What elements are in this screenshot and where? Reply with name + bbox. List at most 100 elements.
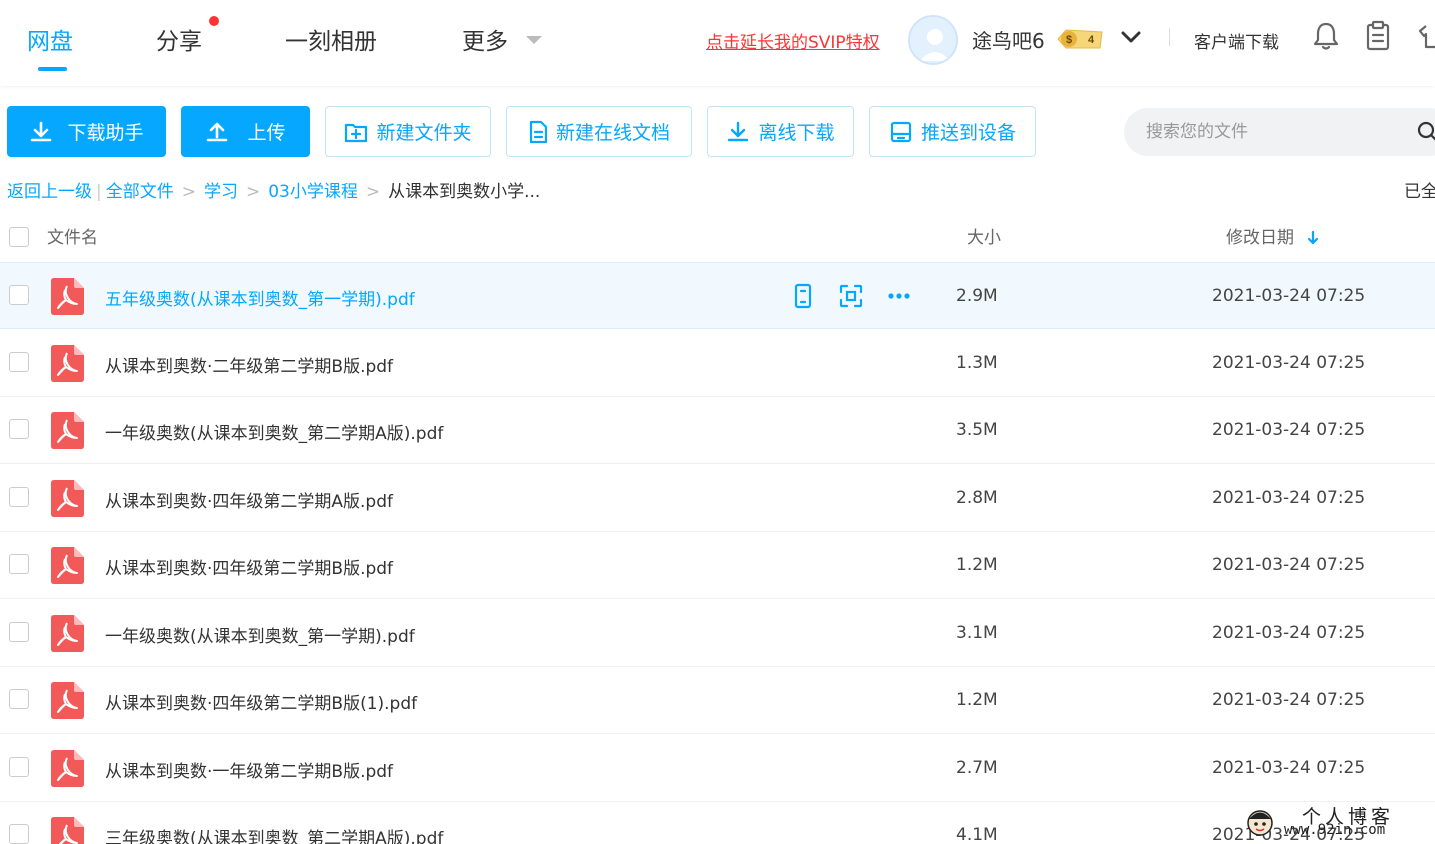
breadcrumb-divider: | <box>96 182 102 202</box>
tab-share[interactable]: 分享 <box>156 22 202 56</box>
table-row[interactable]: 一年级奥数(从课本到奥数_第二学期A版).pdf 3.5M 2021-03-24 0… <box>0 397 1435 464</box>
tab-album[interactable]: 一刻相册 <box>285 22 377 56</box>
download-helper-button[interactable]: 下载助手 <box>7 106 166 157</box>
loaded-status: 已全 <box>1404 182 1435 202</box>
file-size: 2.8M <box>956 487 998 508</box>
table-row[interactable]: 一年级奥数(从课本到奥数_第一学期).pdf 3.1M 2021-03-24 07:… <box>0 600 1435 667</box>
row-checkbox[interactable] <box>9 756 29 777</box>
breadcrumb-study[interactable]: 学习 <box>204 182 238 202</box>
table-row[interactable]: 从课本到奥数·一年级第二学期B版.pdf 2.7M 2021-03-24 07:25 <box>0 735 1435 802</box>
vip-symbol: $ <box>1066 34 1072 46</box>
file-name-link[interactable]: 五年级奥数(从课本到奥数_第一学期).pdf <box>105 285 415 310</box>
divider <box>1169 28 1170 46</box>
file-modified-date: 2021-03-24 07:25 <box>1212 352 1366 373</box>
breadcrumb-all-files[interactable]: 全部文件 <box>106 182 174 202</box>
watermark-url: www.92in.com <box>1284 822 1386 838</box>
file-modified-date: 2021-03-24 07:25 <box>1212 555 1366 575</box>
offline-download-button[interactable]: 离线下载 <box>707 106 854 157</box>
column-header-modified[interactable]: 修改日期 <box>1226 223 1319 248</box>
table-row[interactable]: 从课本到奥数·四年级第二学期A版.pdf 2.8M 2021-03-24 07:25 <box>0 465 1435 532</box>
file-size: 1.2M <box>956 690 998 710</box>
upload-button[interactable]: 上传 <box>181 106 310 157</box>
row-checkbox[interactable] <box>9 486 29 507</box>
search-box <box>1124 108 1435 156</box>
clipboard-icon[interactable] <box>1364 20 1392 52</box>
file-modified-date: 2021-03-24 07:25 <box>1212 420 1366 440</box>
sort-desc-icon[interactable] <box>1307 230 1319 246</box>
file-modified-date: 2021-03-24 07:25 <box>1212 622 1366 643</box>
column-header-size[interactable]: 大小 <box>967 223 1001 248</box>
pdf-file-icon <box>51 278 84 315</box>
breadcrumb-primary-courses[interactable]: 03小学课程 <box>268 182 358 202</box>
chevron-down-icon[interactable] <box>526 36 542 44</box>
file-size: 1.3M <box>956 352 998 373</box>
download-helper-label: 下载助手 <box>67 122 144 144</box>
pdf-file-icon <box>51 547 84 584</box>
watermark: 个人博客 www.92in.com <box>1240 800 1435 844</box>
select-all-checkbox[interactable] <box>9 227 29 247</box>
file-name-link[interactable]: 从课本到奥数·一年级第二学期B版.pdf <box>105 757 393 782</box>
table-row[interactable]: 三年级奥数(从课本到奥数_第二学期A版).pdf 4.1M 2021-03-24 0… <box>0 802 1435 844</box>
back-link[interactable]: 返回上一级 <box>7 182 92 202</box>
shirt-icon[interactable] <box>1418 20 1435 52</box>
tab-more[interactable]: 更多 <box>462 22 508 56</box>
chevron-down-icon[interactable] <box>1120 28 1142 46</box>
file-modified-date: 2021-03-24 07:25 <box>1212 757 1366 778</box>
phone-icon[interactable] <box>790 283 816 309</box>
tab-netdisk[interactable]: 网盘 <box>27 22 73 56</box>
search-icon[interactable] <box>1417 121 1435 143</box>
row-checkbox[interactable] <box>9 689 29 709</box>
pdf-file-icon <box>51 614 84 652</box>
push-to-device-label: 推送到设备 <box>920 122 1016 144</box>
cartoon-face-icon <box>1247 810 1273 836</box>
row-checkbox[interactable] <box>9 419 29 439</box>
file-name-link[interactable]: 从课本到奥数·二年级第二学期B版.pdf <box>105 352 393 377</box>
file-name-link[interactable]: 一年级奥数(从课本到奥数_第二学期A版).pdf <box>105 419 443 444</box>
row-checkbox[interactable] <box>9 554 29 574</box>
new-online-doc-button[interactable]: 新建在线文档 <box>506 106 692 157</box>
username[interactable]: 途鸟吧6 <box>972 25 1045 54</box>
more-icon[interactable] <box>886 283 912 309</box>
avatar[interactable] <box>908 15 958 65</box>
client-download-link[interactable]: 客户端下载 <box>1194 28 1279 53</box>
table-row[interactable]: 从课本到奥数·二年级第二学期B版.pdf 1.3M 2021-03-24 07:25 <box>0 330 1435 397</box>
file-size: 2.9M <box>956 286 998 306</box>
file-name-link[interactable]: 三年级奥数(从课本到奥数_第二学期A版).pdf <box>105 824 443 844</box>
new-online-doc-label: 新建在线文档 <box>555 122 670 144</box>
file-name-link[interactable]: 从课本到奥数·四年级第二学期A版.pdf <box>105 487 393 512</box>
new-folder-button[interactable]: 新建文件夹 <box>325 106 491 157</box>
bell-icon[interactable] <box>1312 20 1340 52</box>
document-icon <box>529 120 548 143</box>
file-name-link[interactable]: 一年级奥数(从课本到奥数_第一学期).pdf <box>105 622 415 647</box>
download-icon <box>728 121 749 141</box>
file-name-link[interactable]: 从课本到奥数·四年级第二学期B版(1).pdf <box>105 689 417 714</box>
top-navigation-bar: 网盘 分享 一刻相册 更多 点击延长我的SVIP特权 途鸟吧6 $ 4 客户端下… <box>0 0 1435 86</box>
vip-level: 4 <box>1088 34 1095 46</box>
table-row[interactable]: 从课本到奥数·四年级第二学期B版(1).pdf 1.2M 2021-03-24 07… <box>0 667 1435 734</box>
push-to-device-button[interactable]: 推送到设备 <box>869 106 1036 157</box>
pdf-file-icon <box>51 749 84 787</box>
download-icon <box>31 121 52 141</box>
breadcrumb-separator: > <box>365 182 381 202</box>
row-checkbox[interactable] <box>9 621 29 642</box>
offline-download-label: 离线下载 <box>758 122 835 144</box>
new-folder-label: 新建文件夹 <box>376 122 472 144</box>
svip-extend-link[interactable]: 点击延长我的SVIP特权 <box>706 28 880 53</box>
file-size: 1.2M <box>956 555 998 575</box>
breadcrumb-separator: > <box>245 182 261 202</box>
file-modified-date: 2021-03-24 07:25 <box>1212 286 1366 306</box>
column-header-modified-label: 修改日期 <box>1226 228 1294 248</box>
column-header-name[interactable]: 文件名 <box>47 223 98 248</box>
table-row[interactable]: 从课本到奥数·四年级第二学期B版.pdf 1.2M 2021-03-24 07:25 <box>0 532 1435 599</box>
breadcrumb: 返回上一级 | 全部文件 > 学习 >03小学课程 > 从课本到奥数小学... <box>7 177 540 202</box>
file-name-link[interactable]: 从课本到奥数·四年级第二学期B版.pdf <box>105 554 393 579</box>
row-checkbox[interactable] <box>9 824 29 844</box>
table-row[interactable]: 五年级奥数(从课本到奥数_第一学期).pdf 2.9M 2021-03-24 07:… <box>0 262 1435 329</box>
file-size: 4.1M <box>956 825 998 844</box>
upload-label: 上传 <box>247 122 286 144</box>
row-checkbox[interactable] <box>9 285 29 305</box>
row-checkbox[interactable] <box>9 351 29 372</box>
breadcrumb-current: 从课本到奥数小学... <box>388 182 541 202</box>
scan-icon[interactable] <box>838 283 864 309</box>
search-input[interactable] <box>1146 118 1406 146</box>
